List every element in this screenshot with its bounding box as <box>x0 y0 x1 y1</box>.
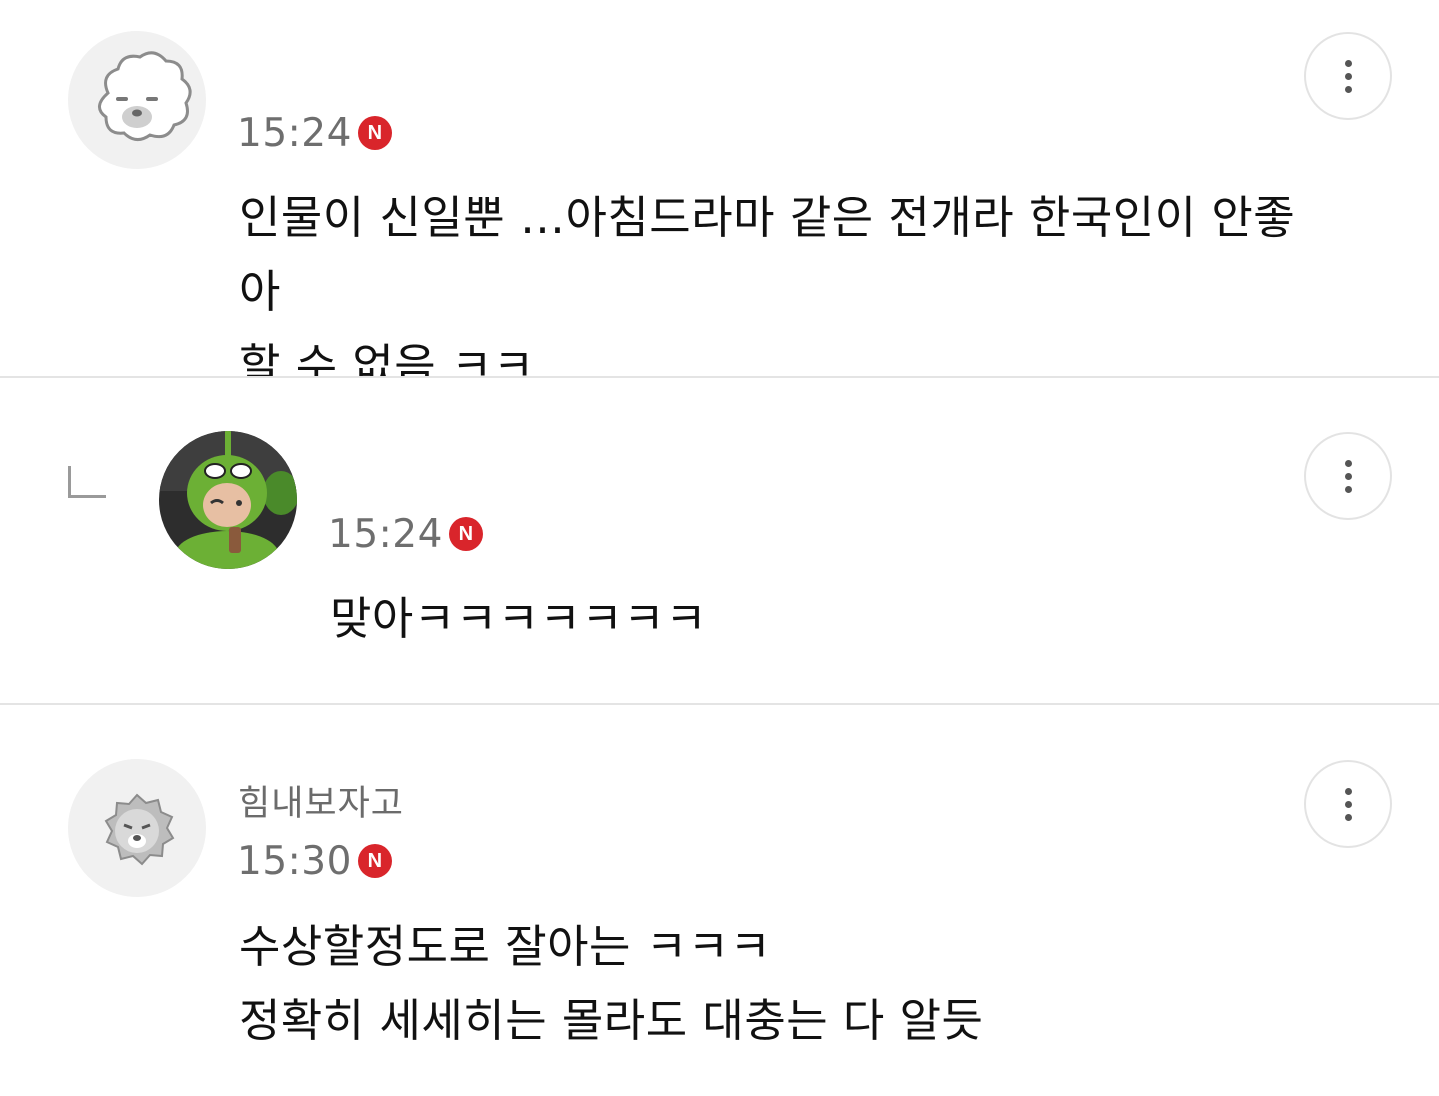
kebab-dot <box>1344 800 1352 808</box>
lion-face-icon[interactable] <box>68 759 206 897</box>
timestamp: 15:24 <box>237 110 352 156</box>
new-badge: N <box>448 517 483 551</box>
kebab-dot <box>1344 472 1352 480</box>
comment-meta: 15:24 N <box>237 110 392 156</box>
reply-comment-item: 15:24 N 맞아ㅋㅋㅋㅋㅋㅋㅋ <box>0 378 1439 704</box>
comment-meta: 15:30 N <box>237 838 392 884</box>
timestamp: 15:24 <box>328 511 443 557</box>
kebab-dot <box>1344 813 1352 821</box>
more-options-button[interactable] <box>1304 760 1392 848</box>
timestamp: 15:30 <box>237 838 352 884</box>
kebab-dot <box>1344 485 1352 493</box>
kebab-dot <box>1344 85 1352 93</box>
comment-item: 15:24 N 인물이 신일뿐 …아침드라마 같은 전개라 한국인이 안좋아 할… <box>0 0 1439 392</box>
kebab-menu-icon <box>1344 59 1352 67</box>
comment-text: 인물이 신일뿐 …아침드라마 같은 전개라 한국인이 안좋아 할 수 없음 ㅋㅋ <box>239 191 1296 392</box>
comment-meta: 15:24 N <box>328 511 483 557</box>
more-options-button[interactable] <box>1304 432 1392 520</box>
comment-item: 힘내보자고 15:30 N 수상할정도로 잘아는 ㅋㅋㅋ 정확히 세세히는 몰라… <box>0 705 1439 1096</box>
new-badge: N <box>357 844 392 878</box>
author-nickname[interactable]: 힘내보자고 <box>238 775 404 826</box>
kebab-menu-icon <box>1344 459 1352 467</box>
more-options-button[interactable] <box>1304 32 1392 120</box>
fluffy-dog-icon[interactable] <box>68 31 206 169</box>
comment-text: 맞아ㅋㅋㅋㅋㅋㅋㅋ <box>330 592 708 645</box>
reply-arrow-icon <box>68 466 106 498</box>
kebab-menu-icon <box>1344 787 1352 795</box>
new-badge: N <box>357 116 392 150</box>
green-doll-photo[interactable] <box>159 431 297 569</box>
comment-text: 수상할정도로 잘아는 ㅋㅋㅋ 정확히 세세히는 몰라도 대충는 다 알듯 <box>239 920 984 1047</box>
kebab-dot <box>1344 72 1352 80</box>
